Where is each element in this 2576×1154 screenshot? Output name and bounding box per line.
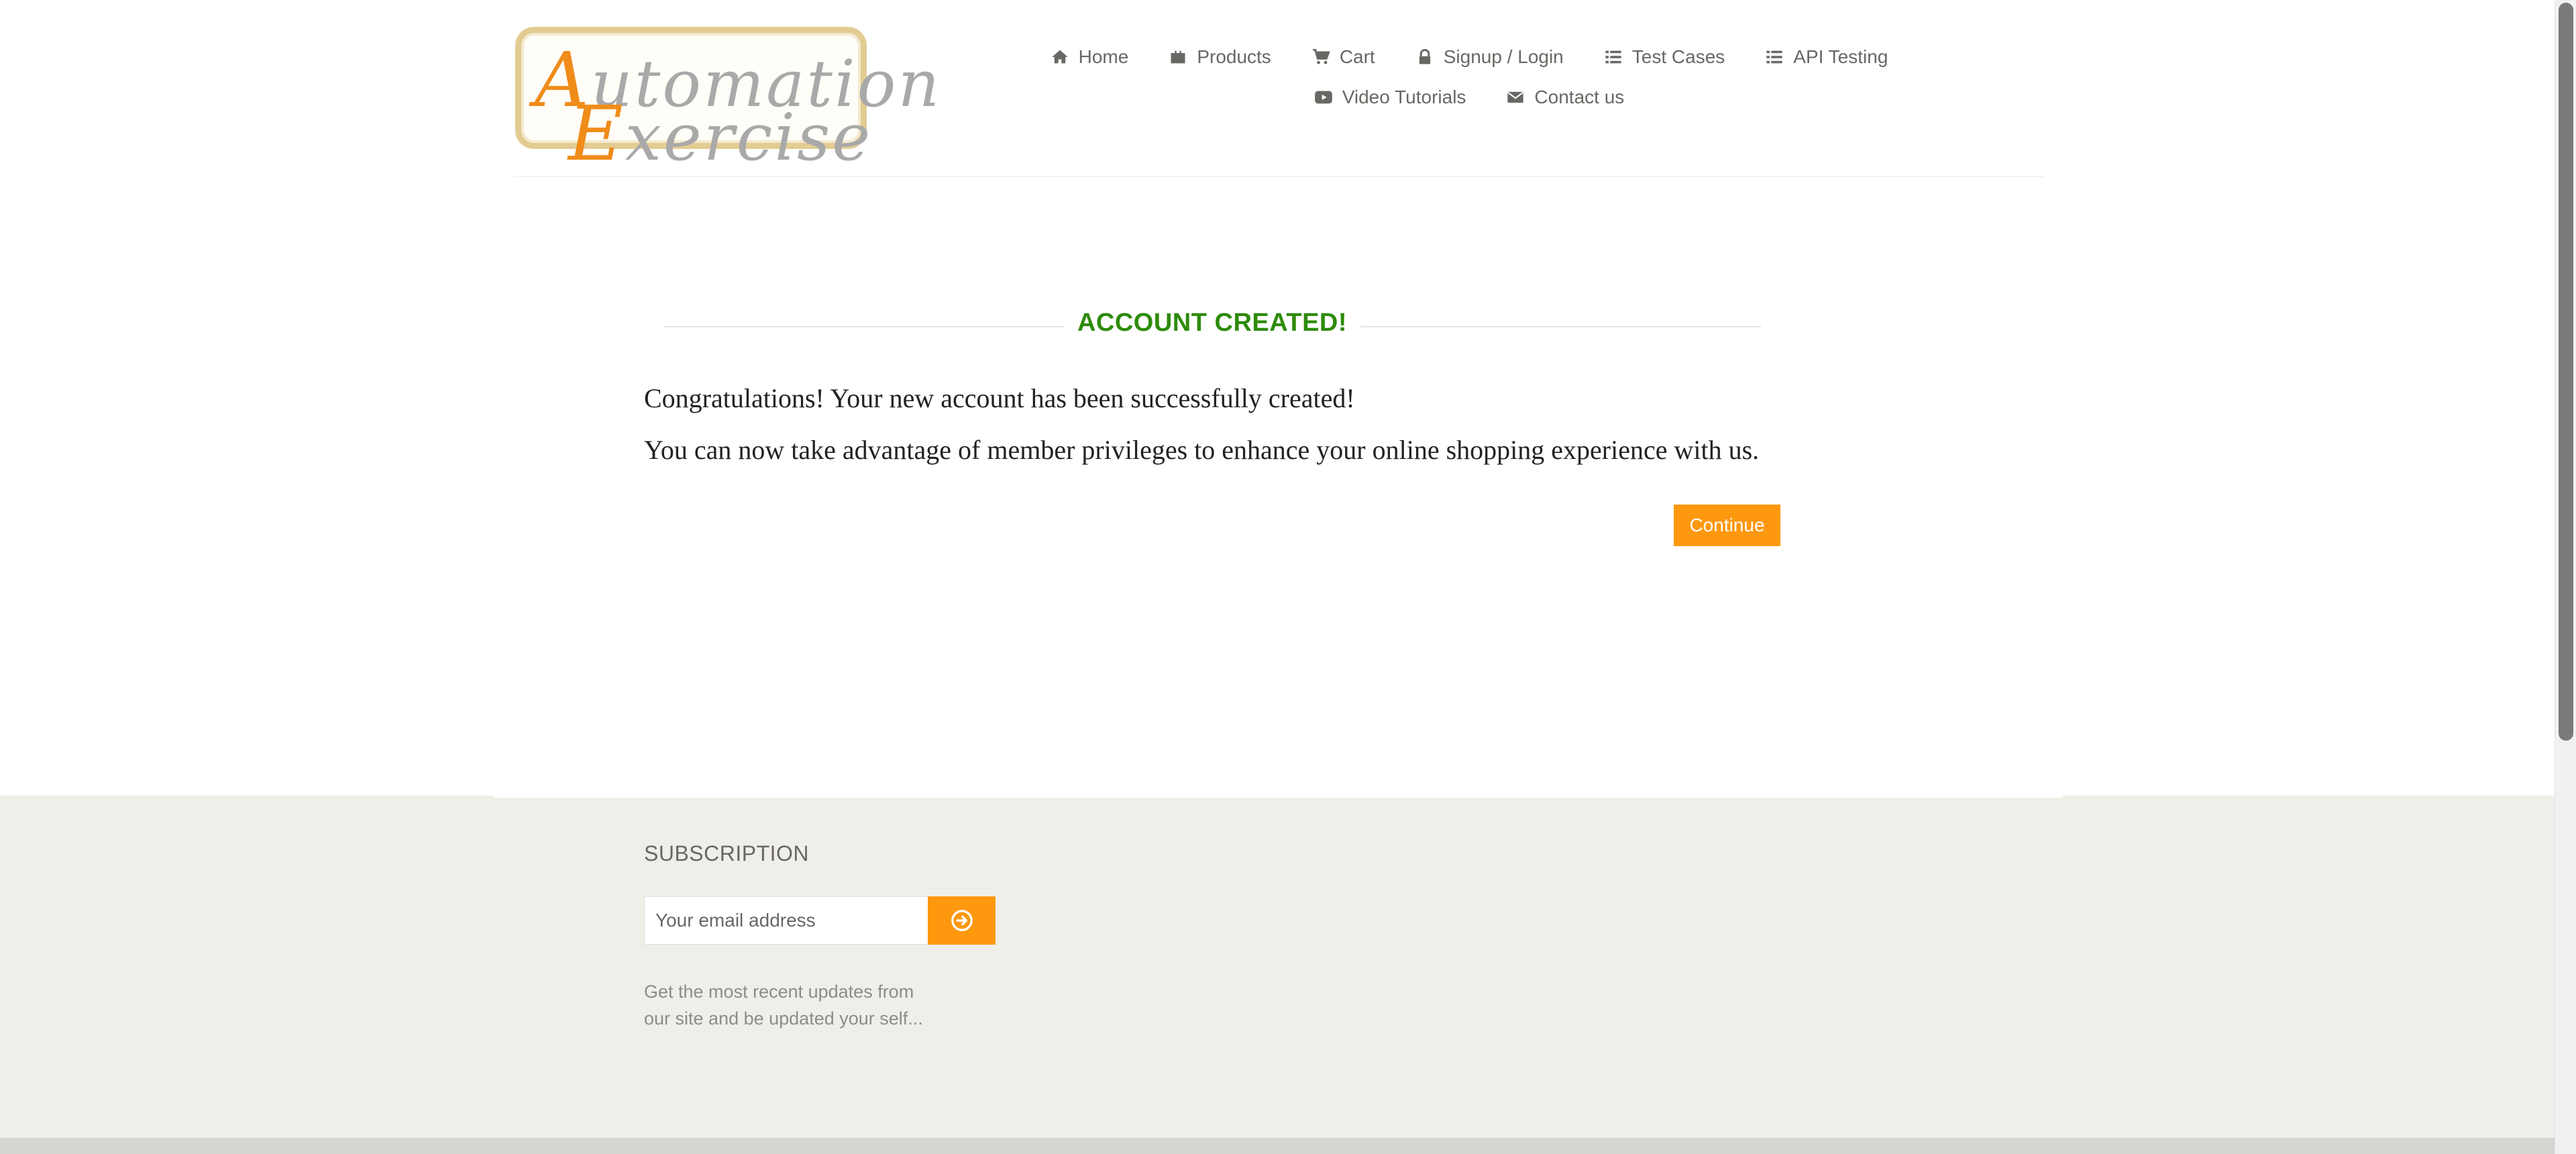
- nav-video-tutorials-label: Video Tutorials: [1342, 87, 1466, 107]
- title-divider-right: [1360, 326, 1761, 327]
- arrow-circle-right-icon: [951, 910, 973, 931]
- page-title: ACCOUNT CREATED!: [1077, 309, 1348, 337]
- nav-api-testing[interactable]: API Testing: [1765, 46, 1888, 68]
- subscription-title: SUBSCRIPTION: [644, 841, 810, 866]
- subscription-description: Get the most recent updates from our sit…: [644, 982, 923, 1029]
- footer-top-divider: [493, 796, 2063, 798]
- page: Automation Exercise Home Products Cart S…: [0, 0, 2555, 1154]
- privileges-message: You can now take advantage of member pri…: [644, 435, 1760, 465]
- subscription-email-input[interactable]: [644, 896, 928, 945]
- nav-signup-login-label: Signup / Login: [1443, 46, 1564, 67]
- nav-test-cases[interactable]: Test Cases: [1604, 46, 1725, 68]
- nav-contact-us[interactable]: Contact us: [1506, 87, 1624, 108]
- page-scrollbar[interactable]: [2555, 0, 2576, 1154]
- list-icon: [1605, 50, 1621, 64]
- nav-api-testing-label: API Testing: [1793, 46, 1888, 67]
- account-created-heading: ACCOUNT CREATED!: [664, 309, 1761, 342]
- nav-home[interactable]: Home: [1051, 46, 1129, 68]
- nav-test-cases-label: Test Cases: [1631, 46, 1725, 67]
- nav-row-secondary: Video Tutorials Contact us: [1046, 77, 1892, 117]
- congrats-message: Congratulations! Your new account has be…: [644, 383, 1355, 413]
- youtube-play-icon: [1314, 91, 1332, 104]
- home-icon: [1051, 50, 1068, 64]
- site-logo[interactable]: Automation Exercise: [515, 27, 939, 178]
- envelope-icon: [1507, 91, 1524, 103]
- nav-video-tutorials[interactable]: Video Tutorials: [1314, 87, 1466, 108]
- scrollbar-thumb[interactable]: [2559, 3, 2573, 741]
- nav-signup-login[interactable]: Signup / Login: [1415, 46, 1564, 68]
- nav-products-label: Products: [1197, 46, 1271, 67]
- nav-products[interactable]: Products: [1169, 46, 1271, 68]
- products-icon: [1171, 50, 1185, 64]
- footer: SUBSCRIPTION Get the most recent updates…: [0, 796, 2555, 1138]
- nav-home-label: Home: [1078, 46, 1129, 67]
- cart-icon: [1313, 49, 1330, 64]
- nav-cart[interactable]: Cart: [1311, 46, 1375, 68]
- header-divider: [514, 176, 2043, 177]
- continue-button[interactable]: Continue: [1674, 505, 1780, 546]
- list-icon: [1766, 50, 1782, 64]
- main-nav: Home Products Cart Signup / Login Test C…: [1046, 37, 1892, 117]
- lock-icon: [1419, 49, 1430, 64]
- nav-contact-us-label: Contact us: [1534, 87, 1625, 107]
- nav-row-primary: Home Products Cart Signup / Login Test C…: [1046, 37, 1892, 77]
- subscribe-button[interactable]: [928, 896, 996, 945]
- title-divider-left: [664, 326, 1064, 327]
- footer-bottom-bar: [0, 1138, 2555, 1154]
- nav-cart-label: Cart: [1339, 46, 1375, 67]
